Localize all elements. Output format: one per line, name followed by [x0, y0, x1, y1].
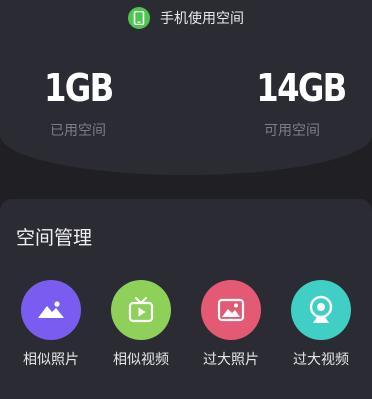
phone-storage-title-row: 手机使用空间	[0, 7, 372, 29]
mountain-photo-icon	[21, 280, 81, 340]
video-play-icon	[111, 280, 171, 340]
available-space-value: 14GB	[256, 66, 347, 110]
similar-videos-button[interactable]: 相似视频	[96, 280, 186, 369]
storage-header: 手机使用空间 1GB 已用空间 14GB 可用空间	[0, 0, 372, 175]
image-icon	[201, 280, 261, 340]
space-management-card: 空间管理 相似照片 相似视频 过大照片 过大视频	[0, 199, 372, 399]
large-videos-label: 过大视频	[293, 352, 349, 368]
available-space-stat: 14GB 可用空间	[250, 66, 347, 140]
space-management-title: 空间管理	[16, 227, 93, 249]
phone-storage-title: 手机使用空间	[160, 11, 244, 27]
used-space-stat: 1GB 已用空间	[38, 66, 118, 140]
camera-icon	[291, 280, 351, 340]
used-space-label: 已用空间	[50, 123, 106, 139]
phone-icon	[128, 7, 150, 29]
similar-videos-label: 相似视频	[113, 352, 169, 368]
available-space-label: 可用空间	[264, 123, 320, 139]
large-photos-label: 过大照片	[203, 352, 259, 368]
large-photos-button[interactable]: 过大照片	[186, 280, 276, 369]
similar-photos-label: 相似照片	[23, 352, 79, 368]
large-videos-button[interactable]: 过大视频	[276, 280, 366, 369]
used-space-value: 1GB	[44, 66, 114, 110]
similar-photos-button[interactable]: 相似照片	[6, 280, 96, 369]
